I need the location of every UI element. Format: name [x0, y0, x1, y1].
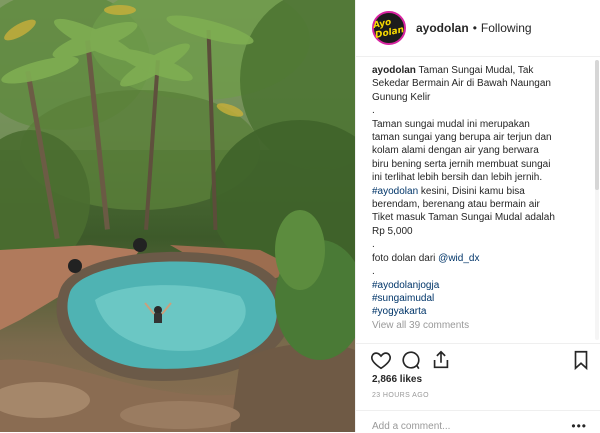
caption-line: #ayodolan kesini, Disini kamu bisa: [372, 185, 594, 198]
caption-line: biru bening serta jernih membuat sungai: [372, 158, 551, 170]
comment-input[interactable]: Add a comment...: [372, 421, 450, 432]
caption-line: Tiket masuk Taman Sungai Mudal adalah: [372, 212, 555, 224]
hashtag-link[interactable]: #ayodolanjogja: [372, 279, 594, 292]
caption-line: ayodolan Taman Sungai Mudal, Tak: [372, 65, 534, 76]
share-icon[interactable]: [430, 349, 452, 371]
caption-line: Sekedar Bermain Air di Bawah Naungan: [372, 78, 551, 90]
caption-line: .: [372, 239, 375, 251]
photo-illustration: [0, 0, 355, 432]
post-header: Ayo Dolan ayodolan • Following: [356, 0, 600, 57]
view-all-comments-link[interactable]: View all 39 comments: [372, 319, 594, 332]
caption-line: .: [372, 105, 375, 117]
caption-line: Taman sungai mudal ini merupakan: [372, 118, 530, 130]
post-photo[interactable]: [0, 0, 355, 432]
username-link[interactable]: ayodolan: [416, 21, 469, 35]
caption-line: .: [372, 266, 375, 278]
bookmark-icon[interactable]: [570, 349, 592, 371]
caption-line: kolam alami dengan air yang berwara: [372, 145, 539, 157]
post-timestamp[interactable]: 23 HOURS AGO: [372, 392, 429, 399]
comment-icon[interactable]: [400, 349, 422, 371]
avatar[interactable]: Ayo Dolan: [372, 11, 406, 45]
heart-icon[interactable]: [370, 349, 392, 371]
caption-text: foto dolan dari: [372, 252, 439, 264]
hashtag-link[interactable]: #sungaimudal: [372, 292, 594, 305]
follow-status-button[interactable]: Following: [481, 21, 532, 35]
avatar-logo-text: Ayo Dolan: [372, 17, 406, 41]
caption-line: berendam, berenang atau bermain air: [372, 199, 540, 211]
caption-line: Gunung Kelir: [372, 91, 431, 103]
likes-count[interactable]: 2,866 likes: [372, 374, 422, 385]
caption: ayodolan Taman Sungai Mudal, Tak Sekedar…: [372, 64, 594, 340]
more-options-icon[interactable]: •••: [571, 419, 587, 433]
caption-line: ini terlihat lebih bersih dan lebih jern…: [372, 172, 543, 184]
post-sidebar: Ayo Dolan ayodolan • Following ayodolan …: [355, 0, 600, 433]
caption-text: kesini, Disini kamu bisa: [418, 185, 525, 197]
comment-bar: Add a comment... •••: [356, 410, 600, 433]
caption-line: taman sungai yang berupa air terjun dan: [372, 132, 552, 144]
action-bar: [356, 343, 600, 372]
hashtag-link[interactable]: #ayodolan: [372, 186, 418, 197]
mention-link[interactable]: @wid_dx: [438, 253, 479, 264]
caption-line: foto dolan dari @wid_dx: [372, 252, 594, 265]
header-separator: •: [472, 21, 477, 35]
caption-scroll-thumb[interactable]: [595, 60, 599, 190]
hashtag-link[interactable]: #yogyakarta: [372, 305, 594, 318]
caption-line: Rp 5,000: [372, 225, 413, 237]
caption-username[interactable]: ayodolan: [372, 65, 416, 76]
